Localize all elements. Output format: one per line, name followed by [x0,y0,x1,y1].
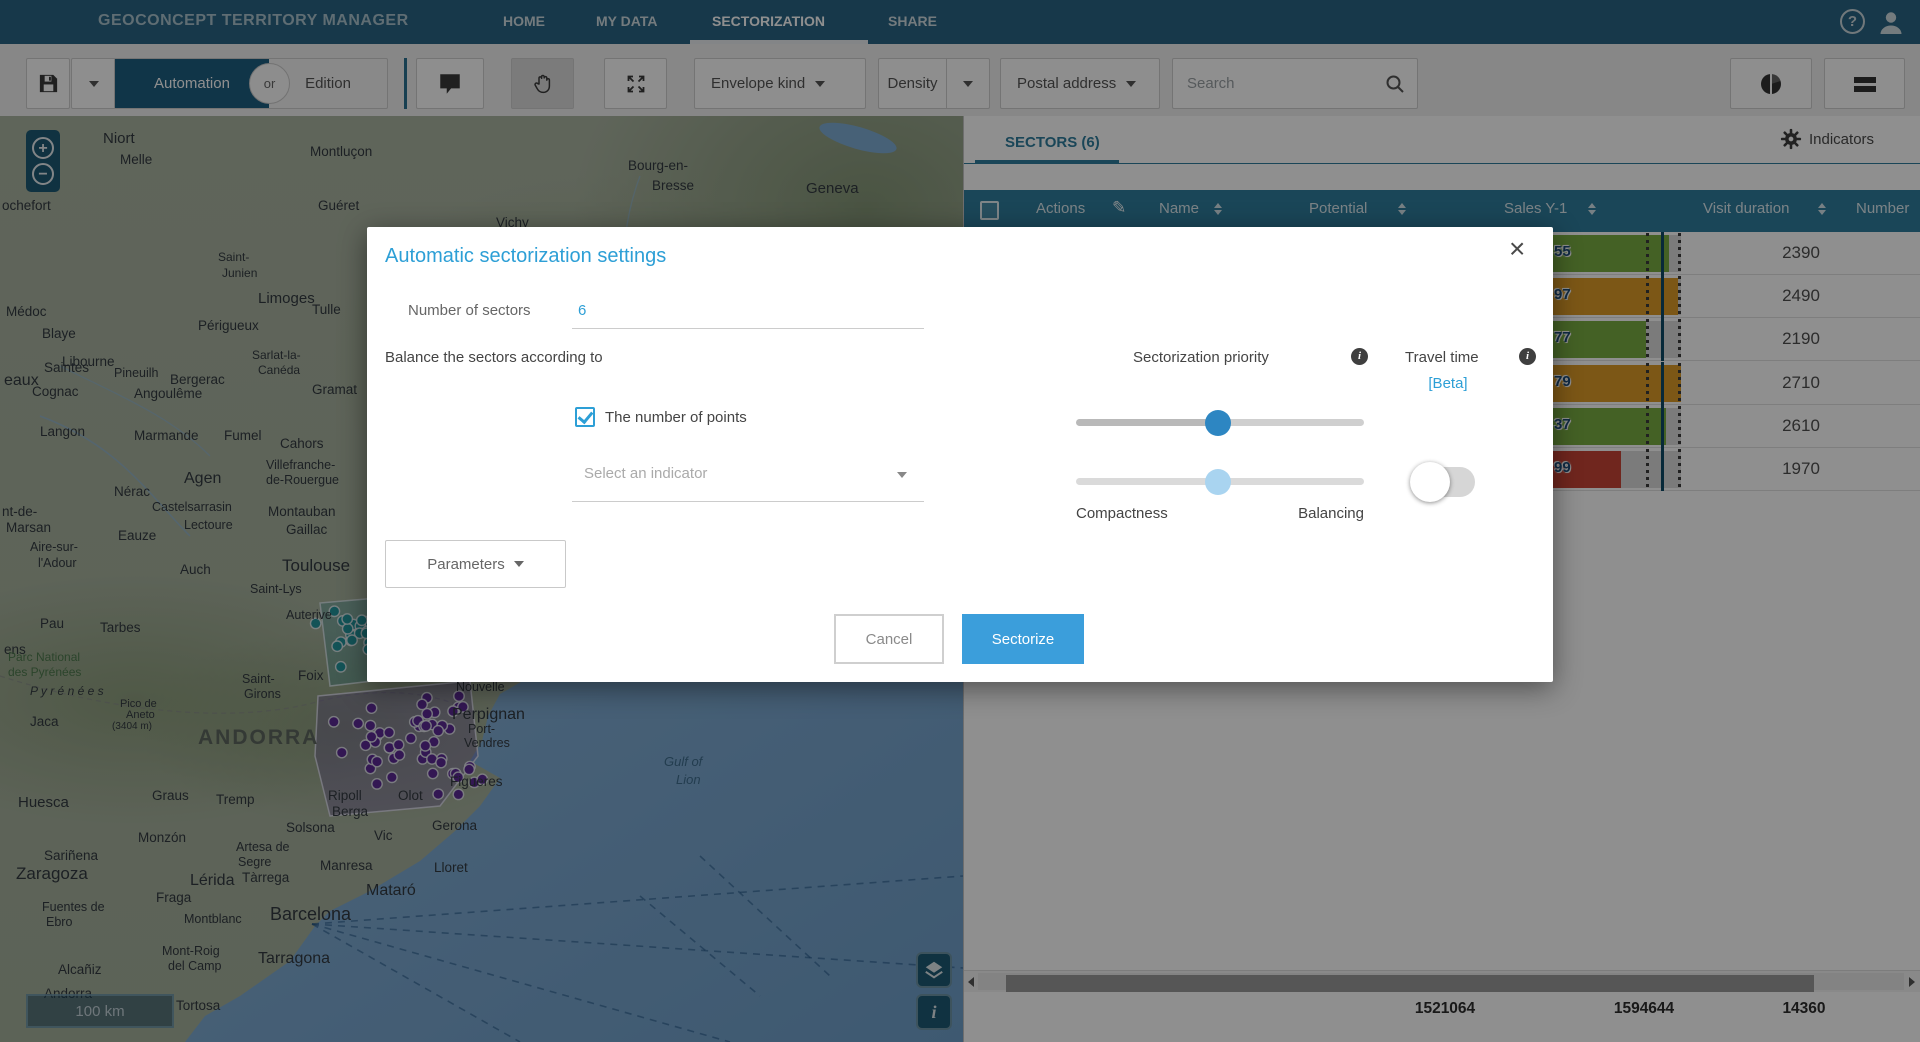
balance-label: Balance the sectors according to [385,349,603,366]
sectorization-priority-label: Sectorization priority [1133,349,1269,366]
app-screen: GEOCONCEPT TERRITORY MANAGER HOMEMY DATA… [0,0,1920,1042]
compactness-label: Compactness [1076,505,1168,522]
priority-slider-handle[interactable] [1205,410,1231,436]
sectorize-button[interactable]: Sectorize [962,614,1084,664]
number-of-sectors-label: Number of sectors [408,302,531,319]
parameters-dropdown-button[interactable]: Parameters [385,540,566,588]
secondary-slider-handle[interactable] [1205,469,1231,495]
automatic-sectorization-dialog: Automatic sectorization settings × Numbe… [367,227,1553,682]
dialog-title: Automatic sectorization settings [385,245,666,268]
toggle-knob[interactable] [1410,462,1450,502]
beta-link[interactable]: [Beta] [1417,375,1479,392]
close-icon[interactable]: × [1509,235,1525,263]
indicator-select[interactable]: Select an indicator [584,465,707,482]
chevron-down-icon [514,561,524,567]
chevron-down-icon[interactable] [897,472,907,478]
select-underline [572,501,924,502]
cancel-button[interactable]: Cancel [834,614,944,664]
info-icon[interactable]: i [1519,348,1536,365]
parameters-label: Parameters [427,556,505,573]
number-of-points-label: The number of points [605,409,747,426]
info-icon[interactable]: i [1351,348,1368,365]
number-of-points-checkbox[interactable] [575,407,595,427]
balancing-label: Balancing [1279,505,1364,522]
input-underline [572,328,924,329]
travel-time-toggle[interactable] [1413,467,1475,497]
number-of-sectors-input[interactable]: 6 [578,302,638,319]
travel-time-label: Travel time [1405,349,1479,366]
